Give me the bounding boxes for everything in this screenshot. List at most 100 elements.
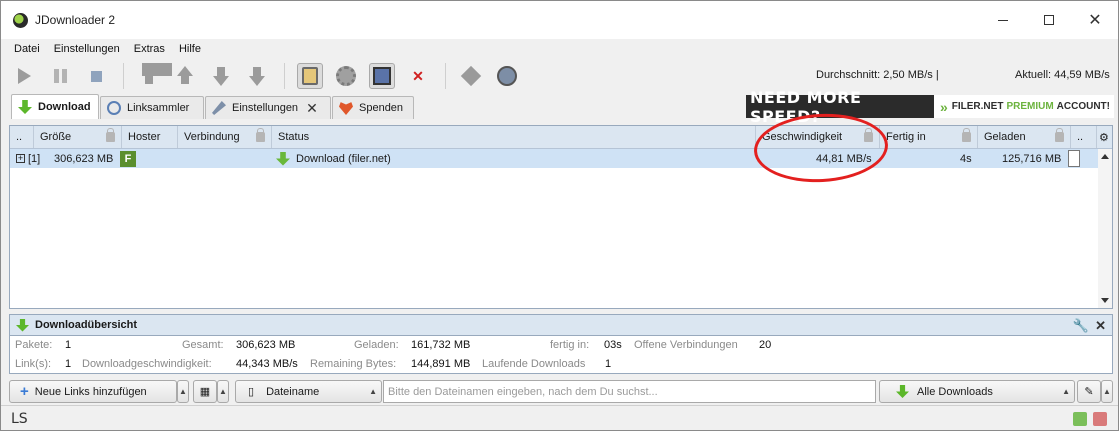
premium-banner[interactable]: NEED MORE SPEED? » FILER.NET PREMIUM ACC… — [746, 88, 1114, 126]
progress-box — [1068, 150, 1080, 167]
link-collector-icon — [107, 101, 121, 115]
pause-icon — [53, 69, 67, 83]
download-icon — [16, 318, 29, 332]
tab-einstellungen[interactable]: Einstellungen ✕ — [205, 96, 331, 119]
column-header-expand[interactable]: .. — [10, 126, 34, 148]
column-header-status[interactable]: Status — [272, 126, 756, 148]
app-window: JDownloader 2 ✕ Datei Einstellungen Extr… — [0, 0, 1119, 431]
tab-label: Linksammler — [127, 102, 190, 114]
status-bar: LS — [1, 405, 1118, 430]
double-chevron-icon: » — [939, 98, 948, 115]
scroll-down-icon[interactable] — [1101, 298, 1109, 303]
sort-field-select[interactable]: ▯ Dateiname ▲ — [235, 380, 382, 403]
column-header-more[interactable]: .. — [1071, 126, 1097, 148]
quick-settings-button[interactable]: ✎ — [1077, 380, 1101, 403]
lock-icon — [106, 128, 115, 142]
reconnect-icon — [336, 66, 356, 86]
column-label: Geladen — [984, 131, 1026, 143]
pause-button[interactable] — [47, 63, 73, 89]
current-speed: Aktuell: 44,59 MB/s — [1015, 69, 1110, 81]
caret-up-icon: ▲ — [179, 387, 187, 396]
auto-reconnect-button[interactable] — [333, 63, 359, 89]
row-index-cell: + [1] — [16, 149, 40, 168]
log-icon[interactable] — [1093, 412, 1107, 426]
bottom-toolbar: + Neue Links hinzufügen ▲ ▦ ▲ ▯ Dateinam… — [9, 380, 1113, 404]
column-header-size[interactable]: Größe — [34, 126, 122, 148]
globe-icon — [497, 66, 517, 86]
column-label: .. — [16, 131, 23, 143]
move-up-button[interactable] — [172, 63, 198, 89]
banner-account: ACCOUNT! — [1056, 101, 1110, 112]
menu-hilfe[interactable]: Hilfe — [172, 43, 208, 55]
maximize-button[interactable] — [1026, 1, 1072, 39]
toolbar-separator — [123, 63, 124, 89]
column-header-speed[interactable]: Geschwindigkeit — [756, 126, 880, 148]
close-button[interactable]: ✕ — [1072, 1, 1118, 39]
download-icon — [896, 385, 909, 398]
clipboard-icon — [302, 67, 318, 85]
tab-download[interactable]: Download — [11, 94, 99, 119]
column-label: Status — [278, 131, 310, 143]
links-label: Link(s): — [15, 358, 52, 370]
menu-extras[interactable]: Extras — [127, 43, 172, 55]
move-top-button[interactable] — [136, 63, 172, 89]
menu-datei[interactable]: Datei — [7, 43, 47, 55]
quick-settings-menu-button[interactable]: ▲ — [1101, 380, 1113, 403]
tab-label: Einstellungen — [232, 102, 299, 114]
toolbar-separator — [445, 63, 446, 89]
close-icon: ✕ — [1088, 12, 1102, 29]
clipboard-toggle-button[interactable] — [297, 63, 323, 89]
tab-spenden[interactable]: Spenden — [332, 96, 414, 119]
lock-icon — [256, 128, 265, 142]
scroll-up-icon[interactable] — [1101, 154, 1109, 159]
minimize-button[interactable] — [980, 1, 1026, 39]
caret-up-icon: ▲ — [219, 387, 227, 396]
options-button[interactable]: ▦ — [193, 380, 217, 403]
row-status-text: Download (filer.net) — [296, 152, 391, 165]
calendar-icon: ▦ — [199, 386, 211, 398]
close-overview-icon[interactable]: ✕ — [1095, 318, 1106, 334]
options-menu-button[interactable]: ▲ — [217, 380, 229, 403]
filter-label: Alle Downloads — [917, 385, 993, 398]
column-header-loaded[interactable]: Geladen — [978, 126, 1071, 148]
stop-icon — [90, 70, 102, 82]
gear-icon: ⚙ — [1099, 131, 1109, 144]
move-bottom-button[interactable] — [244, 63, 270, 89]
row-progress — [1068, 149, 1080, 168]
filter-select[interactable]: Alle Downloads ▲ — [879, 380, 1075, 403]
menu-einstellungen[interactable]: Einstellungen — [47, 43, 127, 55]
tab-linksammler[interactable]: Linksammler — [100, 96, 204, 119]
premium-icon — [373, 67, 391, 85]
open-connections-label: Offene Verbindungen — [634, 339, 738, 351]
row-size: 306,623 MB — [54, 152, 114, 165]
wrench-icon[interactable]: 🔧 — [1073, 318, 1089, 334]
column-header-connection[interactable]: Verbindung — [178, 126, 272, 148]
row-status: Download (filer.net) — [276, 149, 391, 168]
update-button[interactable] — [494, 63, 520, 89]
download-status-icon — [276, 151, 290, 166]
start-button[interactable] — [11, 63, 37, 89]
close-tab-icon[interactable]: ✕ — [306, 100, 318, 117]
column-header-eta[interactable]: Fertig in — [880, 126, 978, 148]
open-connections-value: 20 — [759, 339, 772, 351]
move-down-button[interactable] — [208, 63, 234, 89]
overview-panel: Pakete: 1 Gesamt: 306,623 MB Geladen: 16… — [9, 336, 1113, 374]
reconnect-button[interactable] — [458, 63, 484, 89]
add-links-menu-button[interactable]: ▲ — [177, 380, 189, 403]
premium-toggle-button[interactable] — [369, 63, 395, 89]
column-settings-button[interactable]: ⚙ — [1097, 126, 1112, 148]
row-speed: 44,81 MB/s — [816, 152, 872, 165]
vertical-scrollbar[interactable] — [1098, 149, 1112, 308]
lock-icon — [962, 128, 971, 142]
expand-icon[interactable]: + — [16, 154, 25, 163]
overview-header: Downloadübersicht 🔧 ✕ — [9, 314, 1113, 336]
silent-mode-button[interactable]: ✕ — [405, 63, 431, 89]
column-header-hoster[interactable]: Hoster — [122, 126, 178, 148]
filer-net-icon: F — [120, 150, 136, 167]
add-links-button[interactable]: + Neue Links hinzufügen — [9, 380, 177, 403]
refresh-icon[interactable] — [1073, 412, 1087, 426]
table-row[interactable]: + [1] 306,623 MB F Download (filer.net) … — [10, 149, 1099, 168]
sort-field-label: Dateiname — [266, 385, 320, 398]
search-input[interactable]: Bitte den Dateinamen eingeben, nach dem … — [383, 380, 876, 403]
stop-button[interactable] — [83, 63, 109, 89]
